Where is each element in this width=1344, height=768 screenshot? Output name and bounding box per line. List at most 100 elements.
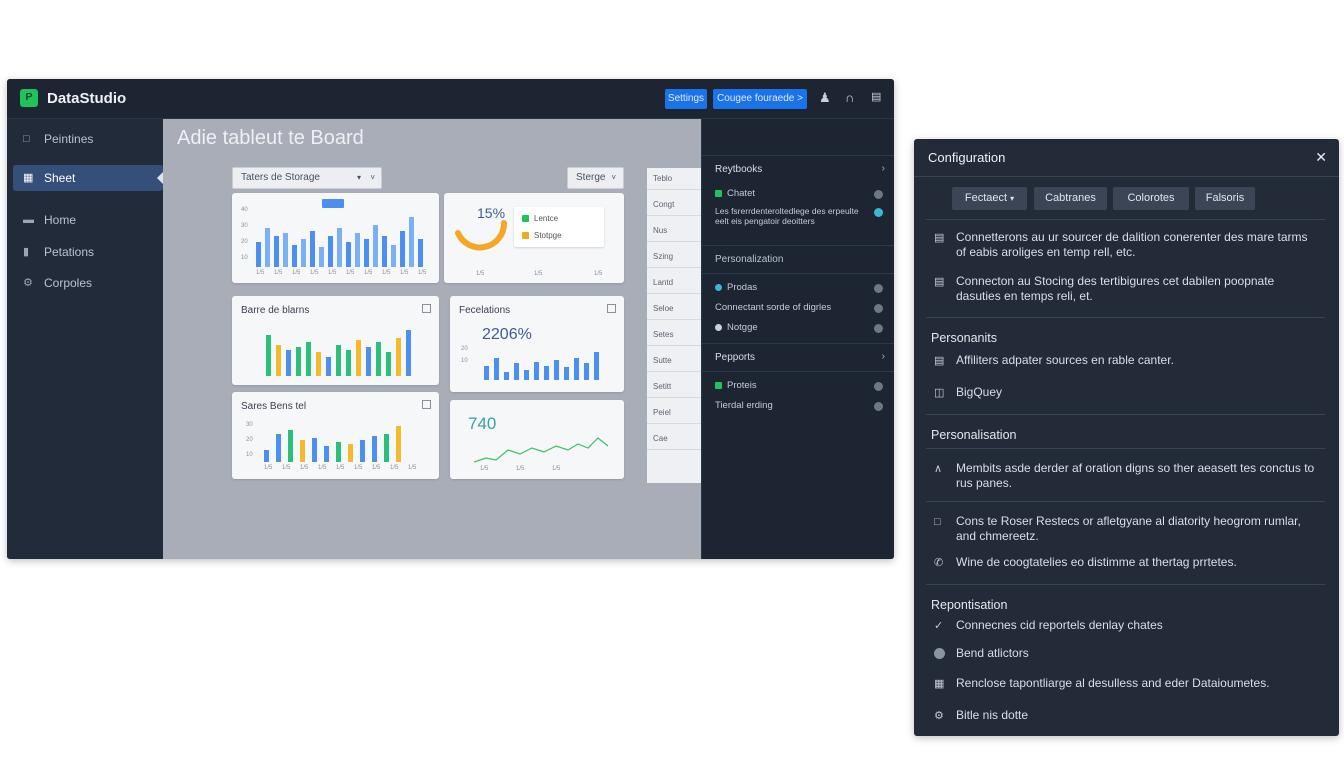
chart-bar: [386, 352, 391, 376]
check-icon: ✓: [934, 620, 944, 632]
chevron-down-icon: ▾: [356, 173, 361, 182]
personalisation-item[interactable]: □ Cons te Roser Restecs or afletgyane al…: [934, 514, 1319, 544]
chart-bar: [301, 239, 306, 267]
chevron-right-icon[interactable]: ›: [882, 351, 885, 362]
field-list-item[interactable]: Lantd: [647, 272, 701, 294]
card-title: Sares Bens tel: [241, 401, 307, 412]
personnalits-item[interactable]: ▤ Affiliters adpater sources en rable ca…: [934, 353, 1319, 368]
expand-icon[interactable]: [607, 304, 616, 313]
chart-bar: [337, 228, 342, 267]
chart-bar: [544, 366, 549, 380]
panel-item[interactable]: Prodas: [715, 282, 757, 293]
source-button[interactable]: Cougee fouraede >: [713, 89, 807, 109]
reytbooks-section: Reytbooks › Chatet Les fsrerrdenterolted…: [702, 155, 894, 245]
tab-falsoris[interactable]: Falsoris: [1195, 187, 1255, 210]
sidebar-item-corpoles[interactable]: ⚙ Corpoles: [7, 270, 163, 296]
info-icon[interactable]: [874, 208, 883, 217]
field-list-item[interactable]: Setes: [647, 324, 701, 346]
axis-tick: 10: [241, 255, 248, 261]
axis-tick: 1/5: [476, 271, 485, 277]
fecelations-card[interactable]: Fecelations 2206% 20 10: [450, 296, 624, 392]
personalisation-item[interactable]: ✆ Wine de coogtatelies eo distimme at th…: [934, 555, 1319, 570]
chart-bar: [274, 236, 279, 267]
user-icon[interactable]: ♟: [819, 90, 831, 106]
sidebar-item-peintines[interactable]: □ Peintines: [7, 126, 163, 152]
chart-bar: [265, 228, 270, 267]
field-list-item[interactable]: Nus: [647, 220, 701, 242]
bar-chart-card[interactable]: 40 30 20 10 1/5 1/5 1/5 1/5 1/5 1/5 1/5 1/5 1/5 1…: [232, 193, 439, 283]
bar-series: [484, 352, 610, 380]
chevron-right-icon[interactable]: ›: [882, 163, 885, 174]
sidebar-item-label: Corpoles: [44, 276, 93, 290]
tab-colorotes[interactable]: Colorotes: [1113, 187, 1189, 210]
info-icon[interactable]: [874, 304, 883, 313]
sterge-button[interactable]: Sterge ˅: [567, 167, 624, 189]
chart-bar: [384, 434, 389, 462]
field-list-item[interactable]: Szing: [647, 246, 701, 268]
item-text: Connecnes cid reportels denlay chates: [956, 618, 1163, 632]
sidebar-item-home[interactable]: ▬ Home: [7, 207, 163, 233]
chart-bar: [346, 242, 351, 267]
line-chart-card[interactable]: 740 1/5 1/5 1/5: [450, 400, 624, 479]
info-icon[interactable]: [874, 324, 883, 333]
settings-button[interactable]: Settings: [665, 89, 707, 109]
field-list-item[interactable]: Seloe: [647, 298, 701, 320]
axis-tick: 1/5: [364, 270, 373, 276]
tab-cabtranes[interactable]: Cabtranes: [1034, 187, 1107, 210]
x-axis: 1/5 1/5 1/5 1/5 1/5 1/5 1/5 1/5 1/5: [264, 465, 416, 473]
message-icon[interactable]: ▤: [871, 90, 881, 103]
field-list-item[interactable]: Congt: [647, 194, 701, 216]
field-list-item[interactable]: Setitt: [647, 376, 701, 398]
close-icon[interactable]: ✕: [1315, 149, 1327, 166]
chart-bar: [336, 442, 341, 462]
info-icon[interactable]: [874, 382, 883, 391]
bar-series: [264, 422, 414, 462]
info-icon[interactable]: [874, 402, 883, 411]
divider: [926, 317, 1325, 318]
panel-item[interactable]: Proteis: [715, 380, 757, 391]
mixed-bar-card[interactable]: Barre de blarns: [232, 296, 439, 385]
reportisation-item[interactable]: Bend atlictors: [934, 646, 1319, 661]
field-list-item[interactable]: Teblo: [647, 168, 701, 190]
chart-bar: [400, 231, 405, 267]
chart-bar: [264, 450, 269, 462]
info-icon[interactable]: [874, 284, 883, 293]
panel-item[interactable]: Chatet: [715, 188, 755, 199]
axis-tick: 1/5: [594, 271, 603, 277]
connector-item[interactable]: ▤ Connecton au Stocing des tertibigures …: [934, 274, 1319, 304]
axis-tick: 1/5: [418, 270, 427, 276]
expand-icon[interactable]: [422, 304, 431, 313]
chart-bar: [514, 363, 519, 380]
field-list-item[interactable]: Sutte: [647, 350, 701, 372]
chart-bar: [296, 347, 301, 376]
axis-tick: 1/5: [274, 270, 283, 276]
personalisation-item[interactable]: ∧ Membits asde derder af oration digns s…: [934, 461, 1319, 491]
tab-label: Fectaect: [964, 192, 1008, 204]
field-list-item[interactable]: Cae: [647, 428, 701, 450]
panel-item[interactable]: Notgge: [715, 322, 758, 333]
bookmark-icon[interactable]: ∩: [845, 90, 854, 105]
reportisation-item[interactable]: ✓ Connecnes cid reportels denlay chates: [934, 618, 1319, 633]
donut-card[interactable]: 15% Lentce Stotpge 1/5 1/5 1/5: [444, 193, 624, 283]
window-icon: □: [934, 516, 941, 528]
reportisation-item[interactable]: ▦ Renclose tapontliarge al desulless and…: [934, 676, 1319, 691]
tab-fectaect[interactable]: Fectaect ▾: [952, 187, 1027, 210]
panel-item[interactable]: Connectant sorde of digrles: [715, 302, 831, 313]
chart-bar: [409, 217, 414, 267]
expand-icon[interactable]: [422, 400, 431, 409]
panel-item[interactable]: Tierdal erding: [715, 400, 773, 411]
card-title: Barre de blarns: [241, 305, 310, 316]
reportisation-item[interactable]: ⚙ Bitle nis dotte: [934, 708, 1319, 723]
divider: [926, 414, 1325, 415]
sidebar-item-petations[interactable]: ▮ Petations: [7, 239, 163, 265]
sterge-button-label: Sterge: [576, 172, 606, 183]
connector-item[interactable]: ▤ Connetterons au ur sourcer de dalition…: [934, 230, 1319, 260]
legend-label: Stotpge: [534, 231, 562, 240]
field-list-item[interactable]: Peiel: [647, 402, 701, 424]
storage-select[interactable]: Taters de Storage ▾ ˅: [232, 167, 382, 189]
sidebar-item-sheet[interactable]: ▦ Sheet: [13, 165, 163, 191]
chart-bar: [328, 236, 333, 267]
info-icon[interactable]: [874, 190, 883, 199]
sares-card[interactable]: Sares Bens tel 30 20 10 1/5 1/5 1/5 1/5 1/5 1…: [232, 392, 439, 479]
personnalits-item[interactable]: ◫ BigQuey: [934, 385, 1319, 400]
